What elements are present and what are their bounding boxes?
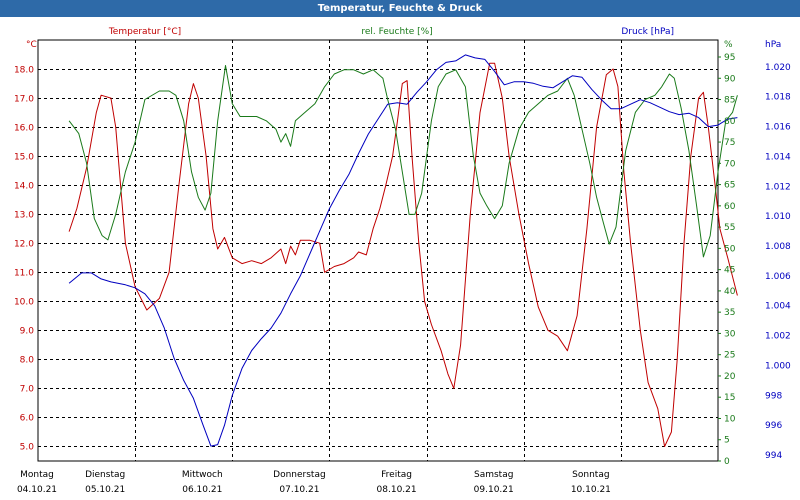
x-day-label: Sonntag xyxy=(572,470,609,480)
pressure-tick-label: 996 xyxy=(765,421,782,431)
temperature-tick-label: 13.0 xyxy=(14,211,34,221)
temperature-tick-label: 11.0 xyxy=(14,269,34,279)
x-date-label: 05.10.21 xyxy=(85,485,125,495)
pressure-tick-label: 1.006 xyxy=(765,272,791,282)
pressure-tick-label: 1.010 xyxy=(765,212,791,222)
pressure-tick-label: 1.018 xyxy=(765,93,791,103)
humidity-tick-label: 85 xyxy=(724,96,735,106)
humidity-unit-label: % xyxy=(724,40,733,50)
temperature-tick-label: 14.0 xyxy=(14,182,34,192)
pressure-tick-label: 1.014 xyxy=(765,152,791,162)
chart-grid xyxy=(38,40,718,461)
x-day-label: Montag xyxy=(20,470,54,480)
chart-lines xyxy=(68,54,738,447)
pressure-unit-label: hPa xyxy=(765,40,781,50)
x-day-label: Samstag xyxy=(474,470,513,480)
humidity-tick-label: 40 xyxy=(724,287,736,297)
humidity-tick-label: 70 xyxy=(724,159,736,169)
temperature-tick-label: 5.0 xyxy=(20,443,35,453)
temperature-tick-label: 15.0 xyxy=(14,153,34,163)
pressure-tick-label: 1.020 xyxy=(765,63,791,73)
chart-labels: 5.0 6.0 7.0 8.0 9.0 10.0 11.0 12.0 13.0 14.0 15.0 1… xyxy=(14,27,791,495)
x-date-label: 10.10.21 xyxy=(571,485,611,495)
humidity-tick-label: 60 xyxy=(724,202,736,212)
pressure-tick-label: 994 xyxy=(765,451,782,461)
pressure-line xyxy=(68,54,738,447)
humidity-tick-label: 45 xyxy=(724,266,735,276)
temperature-tick-label: 12.0 xyxy=(14,240,34,250)
weather-chart: 5.0 6.0 7.0 8.0 9.0 10.0 11.0 12.0 13.0 14.0 15.0 1… xyxy=(14,27,791,495)
temperature-tick-label: 7.0 xyxy=(20,385,35,395)
humidity-tick-label: 65 xyxy=(724,181,735,191)
humidity-tick-label: 15 xyxy=(724,393,735,403)
pressure-tick-label: 1.004 xyxy=(765,302,791,312)
x-day-label: Donnerstag xyxy=(273,470,326,480)
temperature-tick-label: 8.0 xyxy=(20,356,35,366)
humidity-tick-label: 95 xyxy=(724,53,735,63)
temperature-tick-label: 6.0 xyxy=(20,414,35,424)
legend-humidity: rel. Feuchte [%] xyxy=(361,27,432,37)
pressure-tick-label: 1.000 xyxy=(765,361,791,371)
temperature-tick-label: 17.0 xyxy=(14,95,34,105)
x-date-label: 08.10.21 xyxy=(377,485,417,495)
x-day-label: Freitag xyxy=(381,470,412,480)
humidity-tick-label: 75 xyxy=(724,138,735,148)
x-date-label: 04.10.21 xyxy=(17,485,57,495)
plot-frame xyxy=(37,39,719,462)
humidity-tick-label: 90 xyxy=(724,74,736,84)
humidity-tick-label: 20 xyxy=(724,372,736,382)
x-date-label: 09.10.21 xyxy=(474,485,514,495)
humidity-tick-label: 55 xyxy=(724,223,735,233)
humidity-line xyxy=(68,65,738,258)
humidity-tick-label: 10 xyxy=(724,414,736,424)
x-date-label: 07.10.21 xyxy=(279,485,319,495)
temperature-tick-label: 16.0 xyxy=(14,124,34,134)
legend-temperature: Temperatur [°C] xyxy=(108,27,181,37)
humidity-tick-label: 5 xyxy=(724,436,730,446)
temperature-tick-label: 9.0 xyxy=(20,327,35,337)
humidity-tick-label: 50 xyxy=(724,244,736,254)
humidity-tick-label: 25 xyxy=(724,351,735,361)
temperature-unit-label: °C xyxy=(26,40,37,50)
temperature-tick-label: 10.0 xyxy=(14,298,34,308)
pressure-tick-label: 1.016 xyxy=(765,123,791,133)
humidity-tick-label: 0 xyxy=(724,457,730,467)
pressure-tick-label: 1.002 xyxy=(765,332,791,342)
temperature-line xyxy=(68,62,738,447)
pressure-tick-label: 998 xyxy=(765,391,782,401)
chart-axes xyxy=(37,39,721,462)
temperature-tick-label: 18.0 xyxy=(14,66,34,76)
humidity-tick-label: 35 xyxy=(724,308,735,318)
pressure-tick-label: 1.008 xyxy=(765,242,791,252)
x-day-label: Mittwoch xyxy=(182,470,223,480)
x-day-label: Dienstag xyxy=(85,470,125,480)
humidity-tick-label: 30 xyxy=(724,329,736,339)
humidity-tick-label: 80 xyxy=(724,117,736,127)
pressure-tick-label: 1.012 xyxy=(765,182,791,192)
legend-pressure: Druck [hPa] xyxy=(621,27,674,37)
x-date-label: 06.10.21 xyxy=(182,485,222,495)
